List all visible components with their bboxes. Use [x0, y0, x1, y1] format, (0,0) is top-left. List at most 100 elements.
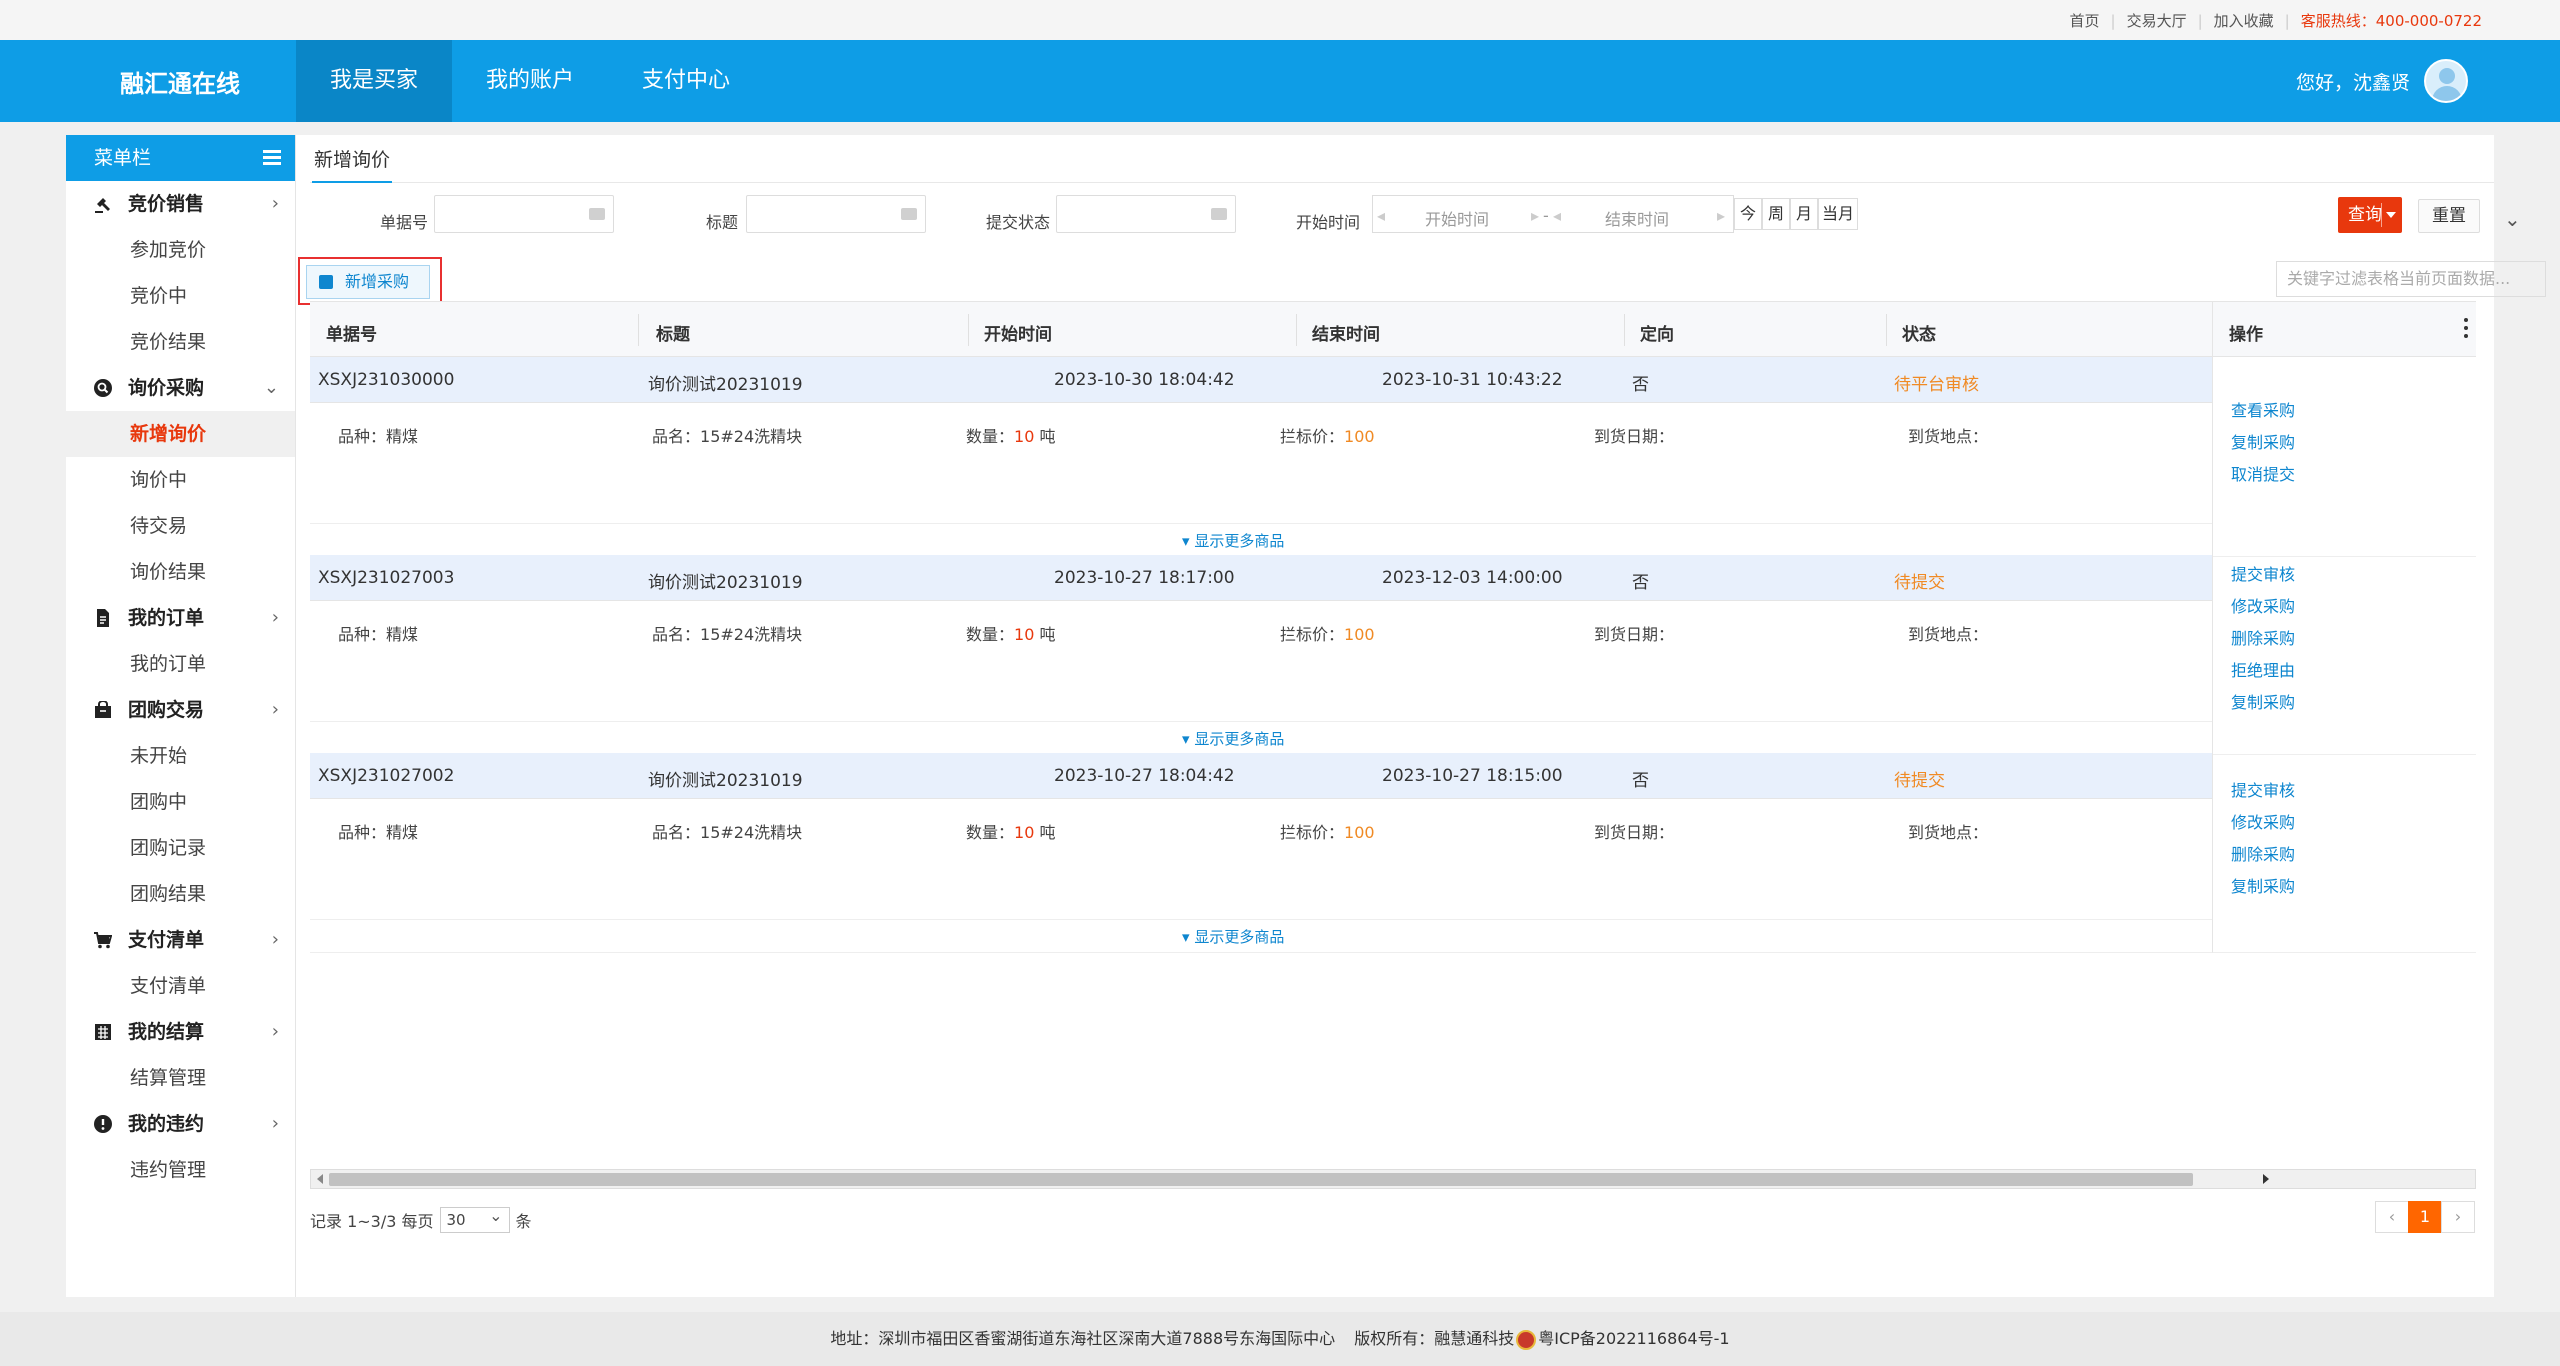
quick-week-button[interactable]: 周	[1762, 198, 1790, 230]
sidebar-item-bidding[interactable]: 竞价中	[66, 273, 295, 319]
edit-purchase-link[interactable]: 修改采购	[2231, 809, 2295, 833]
quick-today-button[interactable]: 今	[1734, 198, 1762, 230]
link-home[interactable]: 首页	[2070, 10, 2100, 31]
sidebar-item-new-inquiry[interactable]: 新增询价	[66, 411, 295, 457]
column-end-time[interactable]: 结束时间	[1312, 320, 1380, 345]
copy-purchase-link[interactable]: 复制采购	[2231, 429, 2295, 453]
sidebar-group-bidding-sales[interactable]: 竞价销售 ›	[66, 181, 295, 227]
cell-title: 询价测试20231019	[648, 375, 803, 395]
sidebar-item-group-records[interactable]: 团购记录	[66, 825, 295, 871]
add-purchase-label: 新增采购	[345, 272, 410, 291]
copy-purchase-link[interactable]: 复制采购	[2231, 873, 2295, 897]
nav-my-account[interactable]: 我的账户	[452, 40, 608, 122]
chevron-right-icon: ›	[271, 1021, 279, 1042]
column-order-no[interactable]: 单据号	[326, 320, 377, 345]
sidebar-group-settlement[interactable]: 我的结算 ›	[66, 1009, 295, 1055]
row-summary[interactable]: XSXJ231027002 询价测试20231019 2023-10-27 18…	[310, 753, 2212, 799]
label-qty: 数量：	[966, 625, 1015, 644]
horizontal-scrollbar[interactable]	[310, 1169, 2476, 1189]
divider: |	[2197, 11, 2203, 30]
more-vertical-icon[interactable]	[2464, 314, 2468, 346]
page-size-select[interactable]: 30	[439, 1204, 510, 1233]
delete-purchase-link[interactable]: 删除采购	[2231, 841, 2295, 865]
next-page-button[interactable]: ›	[2441, 1201, 2475, 1233]
start-date-input[interactable]: 开始时间	[1425, 206, 1489, 230]
show-more-button[interactable]: ▾ 显示更多商品	[1176, 926, 1291, 947]
sidebar-item-not-started[interactable]: 未开始	[66, 733, 295, 779]
sidebar-item-group-buying[interactable]: 团购中	[66, 779, 295, 825]
title-input[interactable]	[746, 195, 926, 233]
sidebar-item-group-results[interactable]: 团购结果	[66, 871, 295, 917]
sidebar-item-payment-list[interactable]: 支付清单	[66, 963, 295, 1009]
delete-purchase-link[interactable]: 删除采购	[2231, 625, 2295, 649]
sidebar-group-label: 竞价销售	[128, 193, 205, 215]
column-status[interactable]: 状态	[1902, 320, 1936, 345]
sidebar-item-pending-trade[interactable]: 待交易	[66, 503, 295, 549]
add-purchase-highlight: 新增采购	[298, 257, 442, 305]
search-button[interactable]: 查询	[2338, 197, 2402, 233]
footer-copyright: 版权所有：融慧通科技	[1354, 1329, 1515, 1348]
sidebar-item-settlement-management[interactable]: 结算管理	[66, 1055, 295, 1101]
sidebar-item-my-orders[interactable]: 我的订单	[66, 641, 295, 687]
link-trading-hall[interactable]: 交易大厅	[2127, 10, 2187, 31]
link-add-favorite[interactable]: 加入收藏	[2214, 10, 2274, 31]
prev-arrow-icon: ◂	[1377, 206, 1386, 225]
user-greeting[interactable]: 您好，沈鑫贤	[2296, 68, 2410, 95]
sidebar-group-group-buy[interactable]: 团购交易 ›	[66, 687, 295, 733]
nav-buyer[interactable]: 我是买家	[296, 40, 453, 122]
view-purchase-link[interactable]: 查看采购	[2231, 397, 2295, 421]
submit-review-link[interactable]: 提交审核	[2231, 777, 2295, 801]
submit-review-link[interactable]: 提交审核	[2231, 561, 2295, 585]
reject-reason-link[interactable]: 拒绝理由	[2231, 657, 2295, 681]
value-qty: 10	[1014, 427, 1035, 446]
quick-current-month-button[interactable]: 当月	[1818, 198, 1858, 230]
sidebar-item-join-bidding[interactable]: 参加竞价	[66, 227, 295, 273]
nav-payment-center[interactable]: 支付中心	[608, 40, 764, 122]
row-summary[interactable]: XSXJ231027003 询价测试20231019 2023-10-27 18…	[310, 555, 2212, 601]
quick-month-button[interactable]: 月	[1790, 198, 1818, 230]
sidebar-item-bidding-results[interactable]: 竞价结果	[66, 319, 295, 365]
sidebar-group-payment-list[interactable]: 支付清单 ›	[66, 917, 295, 963]
row-operations: 查看采购 复制采购 取消提交	[2212, 357, 2476, 557]
date-range-picker[interactable]: ◂ 开始时间 ▸ - ◂ 结束时间 ▸	[1372, 195, 1734, 233]
add-purchase-button[interactable]: 新增采购	[306, 265, 430, 299]
sidebar-item-inquiry-results[interactable]: 询价结果	[66, 549, 295, 595]
reset-button[interactable]: 重置	[2418, 199, 2480, 233]
edit-purchase-link[interactable]: 修改采购	[2231, 593, 2295, 617]
copy-purchase-link[interactable]: 复制采购	[2231, 689, 2295, 713]
sidebar-item-default-management[interactable]: 违约管理	[66, 1147, 295, 1193]
status-input[interactable]	[1056, 195, 1236, 233]
avatar[interactable]	[2424, 59, 2468, 103]
cancel-submit-link[interactable]: 取消提交	[2231, 461, 2295, 485]
keyword-filter-input[interactable]: 关键字过滤表格当前页面数据...	[2276, 261, 2546, 297]
column-title[interactable]: 标题	[656, 320, 690, 345]
cell-title: 询价测试20231019	[648, 771, 803, 791]
chevron-right-icon: ›	[271, 699, 279, 720]
site-logo[interactable]: 融汇通在线	[120, 64, 240, 99]
row-summary[interactable]: XSXJ231030000 询价测试20231019 2023-10-30 18…	[310, 357, 2212, 403]
scrollbar-thumb[interactable]	[329, 1173, 2193, 1186]
order-no-input[interactable]	[434, 195, 614, 233]
menu-icon[interactable]	[263, 150, 281, 166]
edit-icon	[319, 275, 333, 289]
caret-down-icon[interactable]	[2386, 212, 2396, 218]
sidebar-group-inquiry-purchase[interactable]: 询价采购 ⌄	[66, 365, 295, 411]
prev-page-button[interactable]: ‹	[2375, 1201, 2409, 1233]
column-directed[interactable]: 定向	[1640, 320, 1674, 345]
expand-filters-icon[interactable]: ⌄	[2504, 207, 2521, 231]
tab-new-inquiry[interactable]: 新增询价	[312, 145, 393, 183]
label-arrival-place: 到货地点：	[1908, 823, 1989, 842]
sidebar-group-default[interactable]: 我的违约 ›	[66, 1101, 295, 1147]
label-variety: 品种：	[338, 427, 387, 446]
scroll-left-icon[interactable]	[317, 1174, 323, 1184]
end-date-input[interactable]: 结束时间	[1605, 206, 1669, 230]
show-more-button[interactable]: ▾ 显示更多商品	[1176, 728, 1291, 749]
show-more-button[interactable]: ▾ 显示更多商品	[1176, 530, 1291, 551]
page-1-button[interactable]: 1	[2408, 1201, 2442, 1233]
footer-icp[interactable]: 粤ICP备2022116864号-1	[1538, 1329, 1729, 1348]
scroll-right-icon[interactable]	[2263, 1174, 2269, 1184]
cell-start-time: 2023-10-27 18:17:00	[1054, 568, 1235, 588]
sidebar-item-inquiring[interactable]: 询价中	[66, 457, 295, 503]
sidebar-group-my-orders[interactable]: 我的订单 ›	[66, 595, 295, 641]
column-start-time[interactable]: 开始时间	[984, 320, 1052, 345]
